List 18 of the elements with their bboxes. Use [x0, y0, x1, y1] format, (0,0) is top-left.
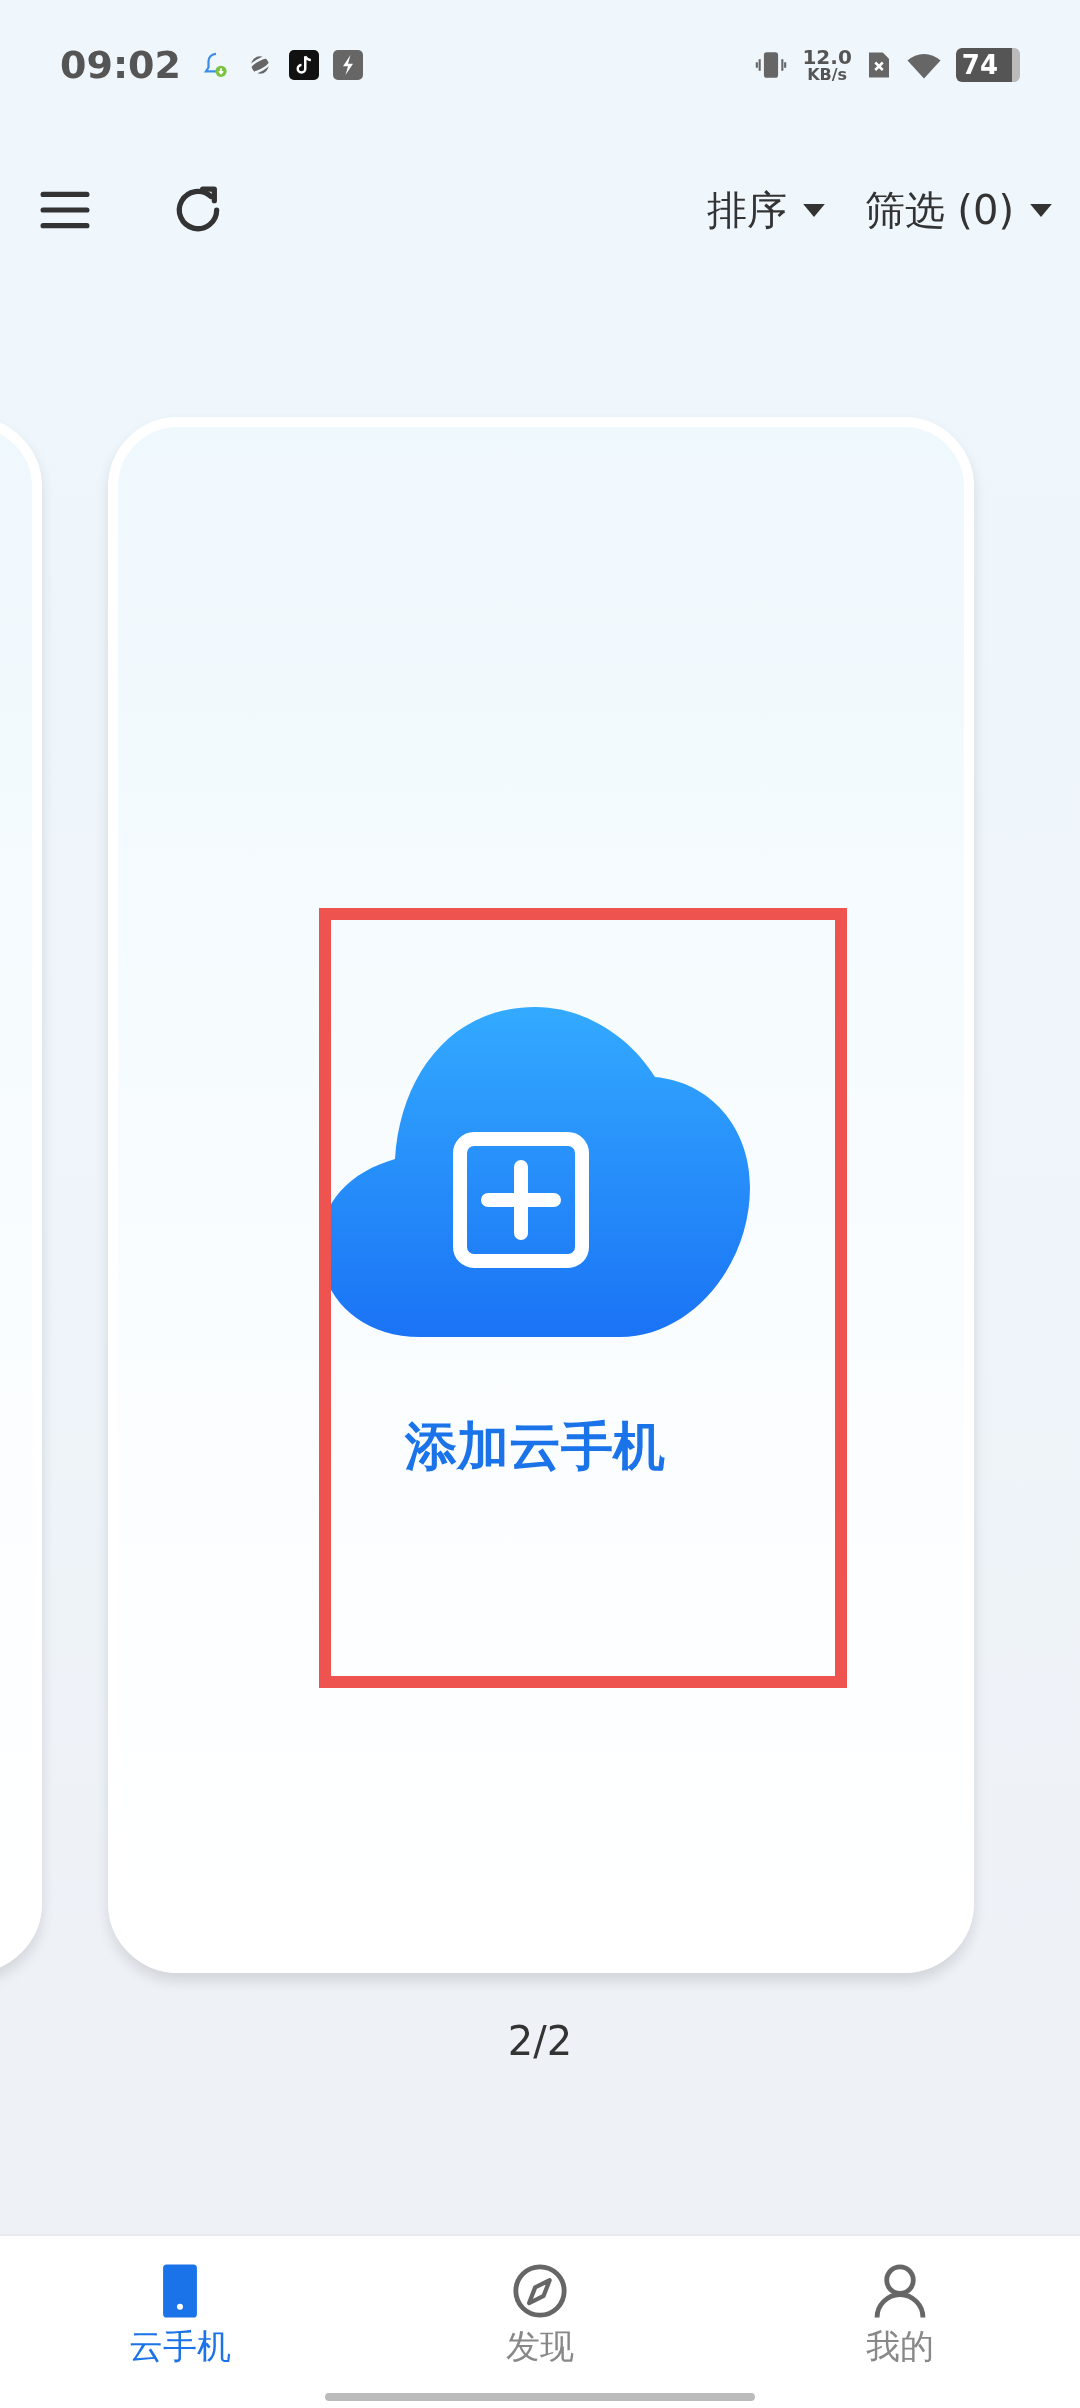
network-speed-unit: KB/s: [807, 67, 848, 83]
add-phone-card[interactable]: 添加云手机: [108, 417, 974, 1973]
caret-icon: [802, 203, 825, 217]
network-speed: 12.0: [802, 47, 852, 67]
nav-tab[interactable]: 云手机: [60, 2262, 300, 2370]
nav-tab[interactable]: 发现: [420, 2262, 660, 2370]
bolt-app-icon: [332, 50, 363, 80]
sort-dropdown[interactable]: 排序: [706, 182, 825, 238]
nav-tab[interactable]: 我的: [780, 2262, 1020, 2370]
music-app-icon: [288, 50, 319, 80]
status-time: 09:02: [60, 43, 181, 87]
compass-icon: [511, 2262, 569, 2320]
add-phone-label: 添加云手机: [405, 1415, 665, 1478]
page-indicator: 2/2: [506, 2018, 574, 2064]
filter-dropdown[interactable]: 筛选 (0): [864, 182, 1052, 238]
menu-icon: [40, 189, 90, 231]
battery-level: 74: [961, 50, 998, 80]
caret-icon: [1030, 203, 1052, 217]
